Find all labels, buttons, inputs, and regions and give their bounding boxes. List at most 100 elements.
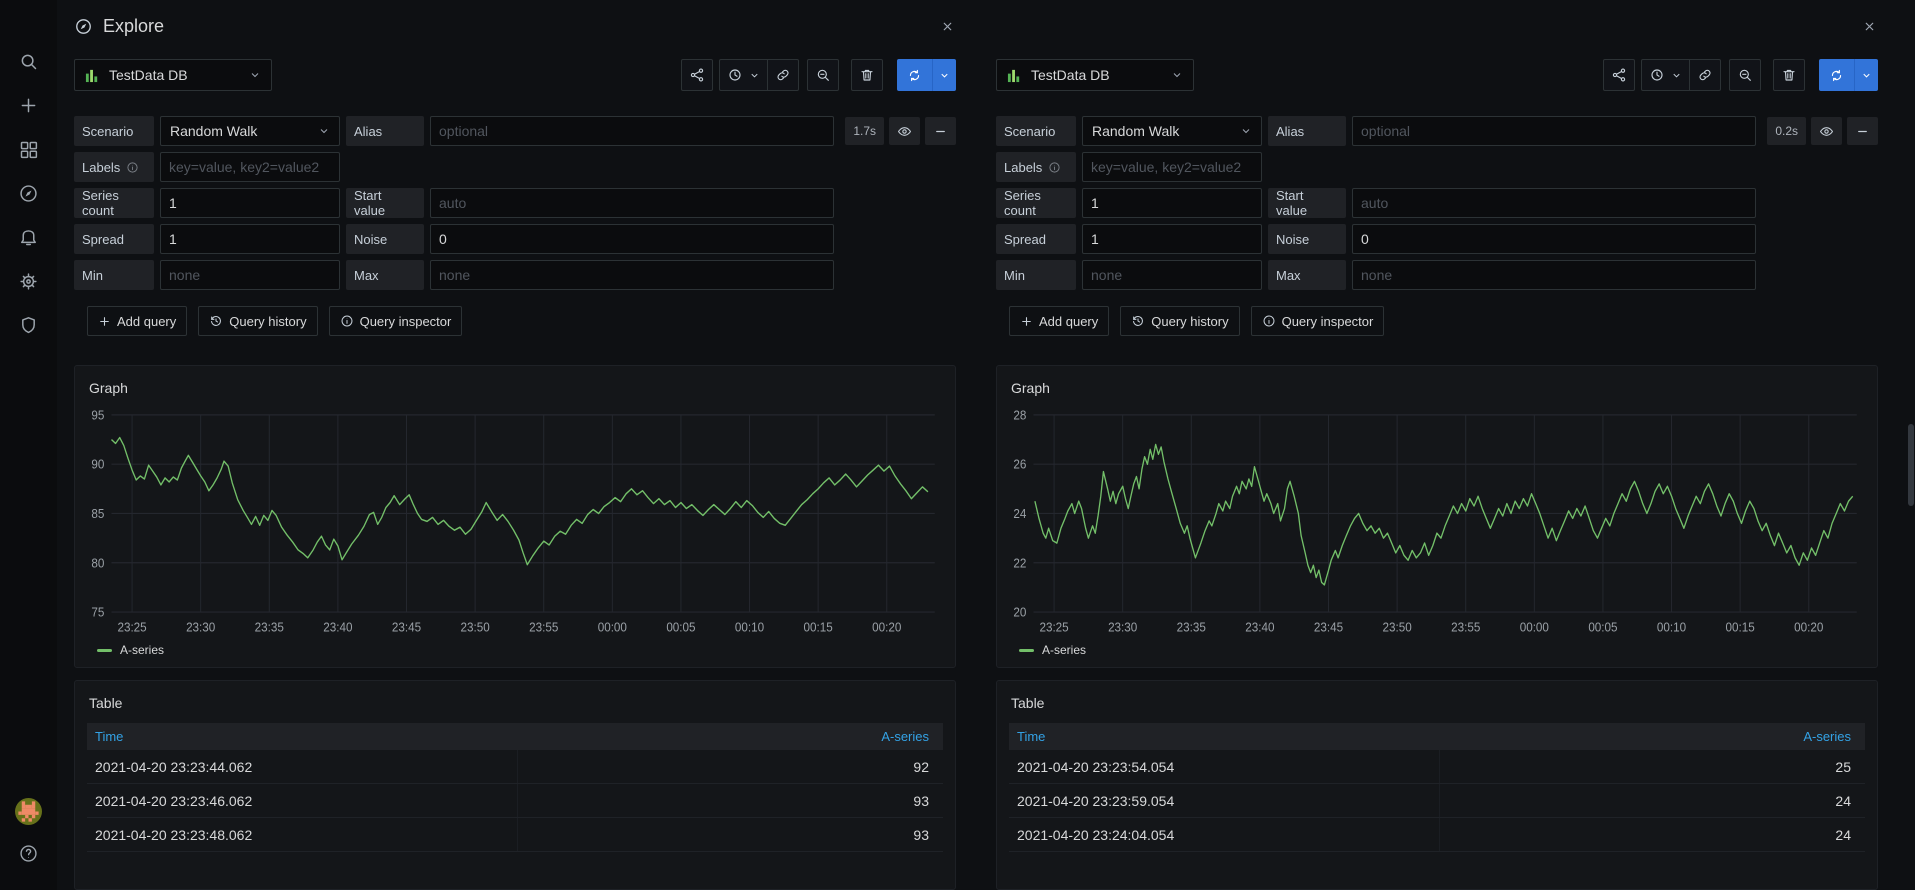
query-inspector-button[interactable]: Query inspector (329, 306, 463, 336)
zoom-out-button[interactable] (1729, 59, 1761, 91)
query-history-button[interactable]: Query history (198, 306, 317, 336)
query-history-button[interactable]: Query history (1120, 306, 1239, 336)
cell-value: 24 (1440, 793, 1865, 809)
chevron-down-icon (939, 70, 950, 81)
column-header-time[interactable]: Time (87, 729, 518, 744)
trash-icon (859, 67, 875, 83)
eye-icon (897, 124, 912, 139)
share-alt-icon (1611, 67, 1627, 83)
max-input[interactable] (1352, 260, 1756, 290)
start-value-input[interactable] (430, 188, 834, 218)
svg-text:23:55: 23:55 (1451, 620, 1480, 635)
scrollbar-thumb[interactable] (1908, 424, 1914, 506)
configuration-button[interactable] (18, 271, 39, 292)
datasource-icon (85, 68, 100, 83)
table-row: 2021-04-20 23:23:54.05425 (1009, 750, 1865, 784)
table-row: 2021-04-20 23:23:44.06292 (87, 750, 943, 784)
run-query-interval-dropdown[interactable] (932, 59, 956, 91)
window-scrollbar[interactable] (1908, 0, 1914, 890)
zoom-out-button[interactable] (807, 59, 839, 91)
start-value-input[interactable] (1352, 188, 1756, 218)
dashboards-button[interactable] (18, 139, 39, 160)
datasource-picker[interactable]: TestData DB (74, 59, 272, 91)
noise-input[interactable] (1352, 224, 1756, 254)
run-query-group (1819, 59, 1878, 91)
table-panel-title: Table (75, 681, 955, 711)
help-button[interactable] (18, 843, 39, 864)
table-row: 2021-04-20 23:23:59.05424 (1009, 784, 1865, 818)
scenario-select[interactable]: Random Walk (1082, 116, 1262, 146)
column-header-series[interactable]: A-series (518, 729, 943, 744)
chevron-down-icon (1240, 125, 1252, 137)
scenario-select[interactable]: Random Walk (160, 116, 340, 146)
graph-panel-title: Graph (997, 366, 1877, 396)
compass-icon (18, 183, 39, 204)
spread-input[interactable] (160, 224, 340, 254)
run-query-button[interactable] (897, 59, 932, 91)
chevron-down-icon (1861, 70, 1872, 81)
close-icon (1863, 20, 1876, 33)
close-left-pane-button[interactable] (939, 18, 956, 35)
add-query-button[interactable]: Add query (87, 306, 187, 336)
noise-input[interactable] (430, 224, 834, 254)
server-admin-button[interactable] (18, 315, 39, 336)
explore-button[interactable] (18, 183, 39, 204)
alias-label: Alias (1268, 116, 1346, 146)
table-panel-title: Table (997, 681, 1877, 711)
min-input[interactable] (1082, 260, 1262, 290)
toggle-query-visibility-button[interactable] (1811, 117, 1842, 145)
add-query-button[interactable]: Add query (1009, 306, 1109, 336)
column-header-series[interactable]: A-series (1440, 729, 1865, 744)
scenario-value: Random Walk (1092, 123, 1179, 139)
toggle-query-visibility-button[interactable] (889, 117, 920, 145)
graph-legend[interactable]: A-series (997, 643, 1877, 667)
series-count-input[interactable] (160, 188, 340, 218)
clear-all-button[interactable] (1773, 59, 1805, 91)
spread-input[interactable] (1082, 224, 1262, 254)
copy-link-button[interactable] (767, 59, 799, 91)
datasource-picker[interactable]: TestData DB (996, 59, 1194, 91)
cell-time: 2021-04-20 23:23:46.062 (87, 784, 518, 817)
clear-all-button[interactable] (851, 59, 883, 91)
alias-input[interactable] (430, 116, 834, 146)
labels-input[interactable] (160, 152, 340, 182)
copy-link-button[interactable] (1689, 59, 1721, 91)
run-query-interval-dropdown[interactable] (1854, 59, 1878, 91)
alias-input[interactable] (1352, 116, 1756, 146)
max-input[interactable] (430, 260, 834, 290)
run-query-button[interactable] (1819, 59, 1854, 91)
alerting-button[interactable] (18, 227, 39, 248)
svg-text:28: 28 (1013, 408, 1026, 423)
graph-legend[interactable]: A-series (75, 643, 955, 667)
column-header-time[interactable]: Time (1009, 729, 1440, 744)
time-picker-button[interactable] (1641, 59, 1690, 91)
query-editor: Scenario Random Walk Alias 0.2s (996, 116, 1878, 336)
chevron-down-icon (1671, 70, 1682, 81)
share-button[interactable] (681, 59, 713, 91)
data-table: Time A-series 2021-04-20 23:23:54.054252… (1009, 723, 1865, 889)
close-right-pane-button[interactable] (1861, 18, 1878, 35)
table-panel: Table Time A-series 2021-04-20 23:23:54.… (996, 680, 1878, 890)
series-count-input[interactable] (1082, 188, 1262, 218)
labels-input[interactable] (1082, 152, 1262, 182)
series-count-label: Series count (996, 188, 1076, 218)
svg-text:75: 75 (91, 605, 104, 620)
time-series-chart[interactable]: 23:2523:3023:3523:4023:4523:5023:5500:00… (1003, 408, 1871, 643)
query-inspector-button[interactable]: Query inspector (1251, 306, 1385, 336)
time-series-chart[interactable]: 23:2523:3023:3523:4023:4523:5023:5500:00… (81, 408, 949, 643)
create-button[interactable] (18, 95, 39, 116)
plus-icon (1020, 315, 1033, 328)
remove-query-button[interactable] (1847, 117, 1878, 145)
min-input[interactable] (160, 260, 340, 290)
svg-text:26: 26 (1013, 457, 1026, 472)
svg-text:20: 20 (1013, 605, 1026, 620)
cell-time: 2021-04-20 23:23:48.062 (87, 818, 518, 851)
remove-query-button[interactable] (925, 117, 956, 145)
time-picker-button[interactable] (719, 59, 768, 91)
spread-label: Spread (74, 224, 154, 254)
graph-panel-title: Graph (75, 366, 955, 396)
explore-header: Explore (74, 0, 1878, 52)
search-button[interactable] (18, 51, 39, 72)
user-profile-button[interactable] (15, 798, 42, 825)
share-button[interactable] (1603, 59, 1635, 91)
